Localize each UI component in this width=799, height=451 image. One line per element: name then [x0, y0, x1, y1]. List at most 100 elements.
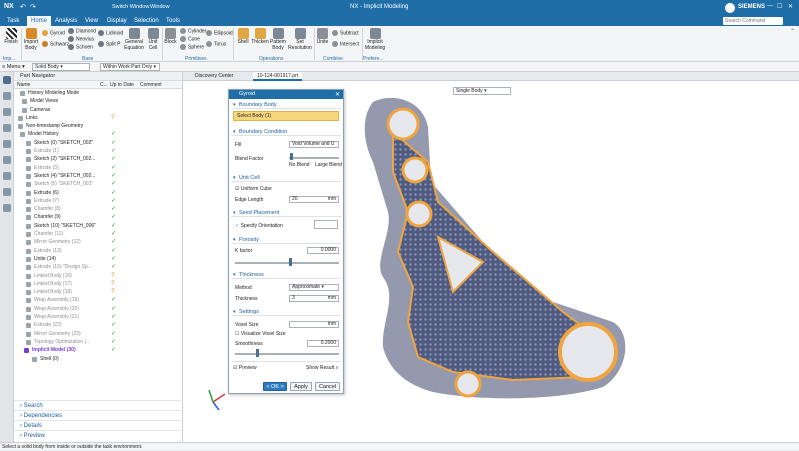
tree-row[interactable]: Sketch (5) "SKETCH_002" ✓ [14, 180, 182, 188]
intersect-button[interactable]: Intersect [332, 41, 359, 47]
part-navigator-icon[interactable] [3, 76, 11, 84]
torus-button[interactable]: Torus [206, 41, 226, 47]
tab-home[interactable]: Home [27, 16, 52, 26]
tree-row[interactable]: Non-timestamp Geometry [14, 122, 182, 130]
preview-checkbox[interactable]: ☑ Preview [233, 365, 257, 371]
implicit-modeling-button[interactable]: Implicit Modeling [363, 28, 387, 51]
system-materials-icon[interactable] [3, 204, 11, 212]
sphere-button[interactable]: Sphere [180, 44, 204, 50]
tree-row[interactable]: Mirror Geometry (23) ✓ [14, 330, 182, 338]
method-dropdown[interactable]: Approximate ▾ [289, 284, 339, 291]
smoothness-slider-thumb[interactable] [255, 349, 259, 357]
edge-length-input[interactable]: 20 mm [289, 196, 339, 203]
tree-row[interactable]: Links? [14, 114, 182, 122]
tab-display[interactable]: Display [103, 16, 131, 26]
section-unit-cell[interactable]: Unit Cell [231, 174, 341, 182]
tree-row[interactable]: Cameras [14, 106, 182, 114]
thicken-button[interactable]: Thicken [251, 28, 269, 46]
diamond-button[interactable]: Diamond [68, 28, 96, 34]
section-preview[interactable]: › Preview [14, 430, 183, 440]
column-comment[interactable]: Comment [140, 81, 162, 89]
tree-row[interactable]: Extrude (6) ✓ [14, 189, 182, 197]
unit-cell-button[interactable]: Unit Cell [145, 28, 161, 51]
fill-dropdown[interactable]: Void Volume and U [289, 141, 339, 148]
tab-view[interactable]: View [81, 16, 102, 26]
tree-row[interactable]: Implicit Model (30) ✓ [14, 346, 182, 354]
section-dependencies[interactable]: › Dependencies [14, 410, 183, 420]
tree-row[interactable]: Extrude (3) ✓ [14, 164, 182, 172]
uniform-cube-checkbox[interactable]: ☑ Uniform Cube [235, 186, 272, 192]
process-studio-icon[interactable] [3, 172, 11, 180]
section-boundary-body[interactable]: Boundary Body [231, 101, 341, 109]
tree-row[interactable]: Shell (0) [14, 355, 182, 363]
tab-selection[interactable]: Selection [130, 16, 163, 26]
tree-row[interactable]: Topology Optimization (... ✓ [14, 338, 182, 346]
cone-button[interactable]: Cone [180, 36, 200, 42]
shell-button[interactable]: Shell [235, 28, 251, 46]
tree-row[interactable]: Sketch (10) "SKETCH_006" ✓ [14, 222, 182, 230]
tree-row[interactable]: Linked Body (17)? [14, 280, 182, 288]
undo-icon[interactable]: ↶ [20, 3, 26, 11]
type-filter-dropdown[interactable]: Solid Body ▾ [32, 63, 90, 71]
show-result-button[interactable]: Show Result ⌕ [306, 365, 338, 371]
menu-button[interactable]: ≡ Menu ▾ [2, 63, 25, 71]
k-factor-slider-thumb[interactable] [289, 258, 293, 266]
section-porosity[interactable]: Porosity [231, 236, 341, 244]
section-boundary-condition[interactable]: Boundary Condition [231, 128, 341, 136]
section-settings[interactable]: Settings [231, 308, 341, 316]
import-body-button[interactable]: Import Body [22, 28, 40, 51]
subtract-button[interactable]: Subtract [332, 30, 359, 36]
redo-icon[interactable]: ↷ [30, 3, 36, 11]
split-p-button[interactable]: Split P [98, 41, 120, 47]
tree-row[interactable]: Linked Body (16)? [14, 272, 182, 280]
csys-icon[interactable] [314, 220, 338, 229]
search-command-input[interactable]: Search Command [723, 17, 783, 25]
general-equation-button[interactable]: General Equation [123, 28, 145, 51]
close-button[interactable]: ✕ [788, 3, 793, 10]
section-seed-placement[interactable]: Seed Placement [231, 209, 341, 217]
section-thickness[interactable]: Thickness [231, 271, 341, 279]
blend-slider-track[interactable] [289, 157, 339, 159]
column-name[interactable]: Name [17, 81, 30, 89]
gyroid-button[interactable]: Gyroid [42, 30, 65, 36]
tab-tools[interactable]: Tools [162, 16, 184, 26]
tree-row[interactable]: History Modeling Mode [14, 89, 182, 97]
tab-task[interactable]: Task [3, 16, 23, 26]
specify-orientation-row[interactable]: ✓ Specify Orientation [235, 223, 283, 229]
body-filter-dropdown[interactable]: Single Body ▾ [453, 87, 511, 95]
select-body-field[interactable]: Select Body (1) [233, 111, 339, 121]
tab-discovery-center[interactable]: Discovery Center [191, 72, 237, 81]
minimize-button[interactable]: — [767, 3, 773, 9]
cylinder-button[interactable]: Cylinder [180, 28, 206, 34]
constraint-navigator-icon[interactable] [3, 108, 11, 116]
schwarz-button[interactable]: Schwarz [42, 41, 69, 47]
tree-row[interactable]: Model Views [14, 97, 182, 105]
section-search[interactable]: › Search [14, 400, 183, 410]
roles-icon[interactable] [3, 188, 11, 196]
tree-row[interactable]: Sketch (0) "SKETCH_002" ✓ [14, 139, 182, 147]
visualize-voxel-checkbox[interactable]: ☐ Visualize Voxel Size [235, 331, 286, 337]
web-browser-icon[interactable] [3, 156, 11, 164]
assembly-navigator-icon[interactable] [3, 92, 11, 100]
voxel-size-input[interactable]: mm [289, 321, 339, 328]
cancel-button[interactable]: Cancel [315, 382, 340, 391]
tree-row[interactable]: Wrap Assembly (19) ✓ [14, 296, 182, 304]
smoothness-slider-track[interactable] [235, 353, 339, 355]
tab-analysis[interactable]: Analysis [51, 16, 81, 26]
k-factor-slider-track[interactable] [235, 262, 339, 264]
tree-row[interactable]: Extrude (22) ✓ [14, 321, 182, 329]
history-icon[interactable] [3, 140, 11, 148]
column-c[interactable]: C... [100, 81, 108, 89]
tab-part-file[interactable]: 10-124-001917.prt [253, 72, 303, 81]
reuse-library-icon[interactable] [3, 124, 11, 132]
neovius-button[interactable]: Neovius [68, 36, 94, 42]
tree-row[interactable]: Sketch (2) "SKETCH_002... ✓ [14, 155, 182, 163]
smoothness-input[interactable]: 0.2000 [307, 340, 339, 347]
tree-row[interactable]: Mirror Geometry (12) ✓ [14, 238, 182, 246]
schoen-button[interactable]: Schoen [68, 44, 93, 50]
dialog-close-icon[interactable]: ✕ [335, 91, 340, 98]
tree-row[interactable]: Extrude (13) ✓ [14, 247, 182, 255]
section-details[interactable]: › Details [14, 420, 183, 430]
tree-row[interactable]: Chamfer (8) ✓ [14, 205, 182, 213]
column-up-to-date[interactable]: Up to Date [110, 81, 134, 89]
